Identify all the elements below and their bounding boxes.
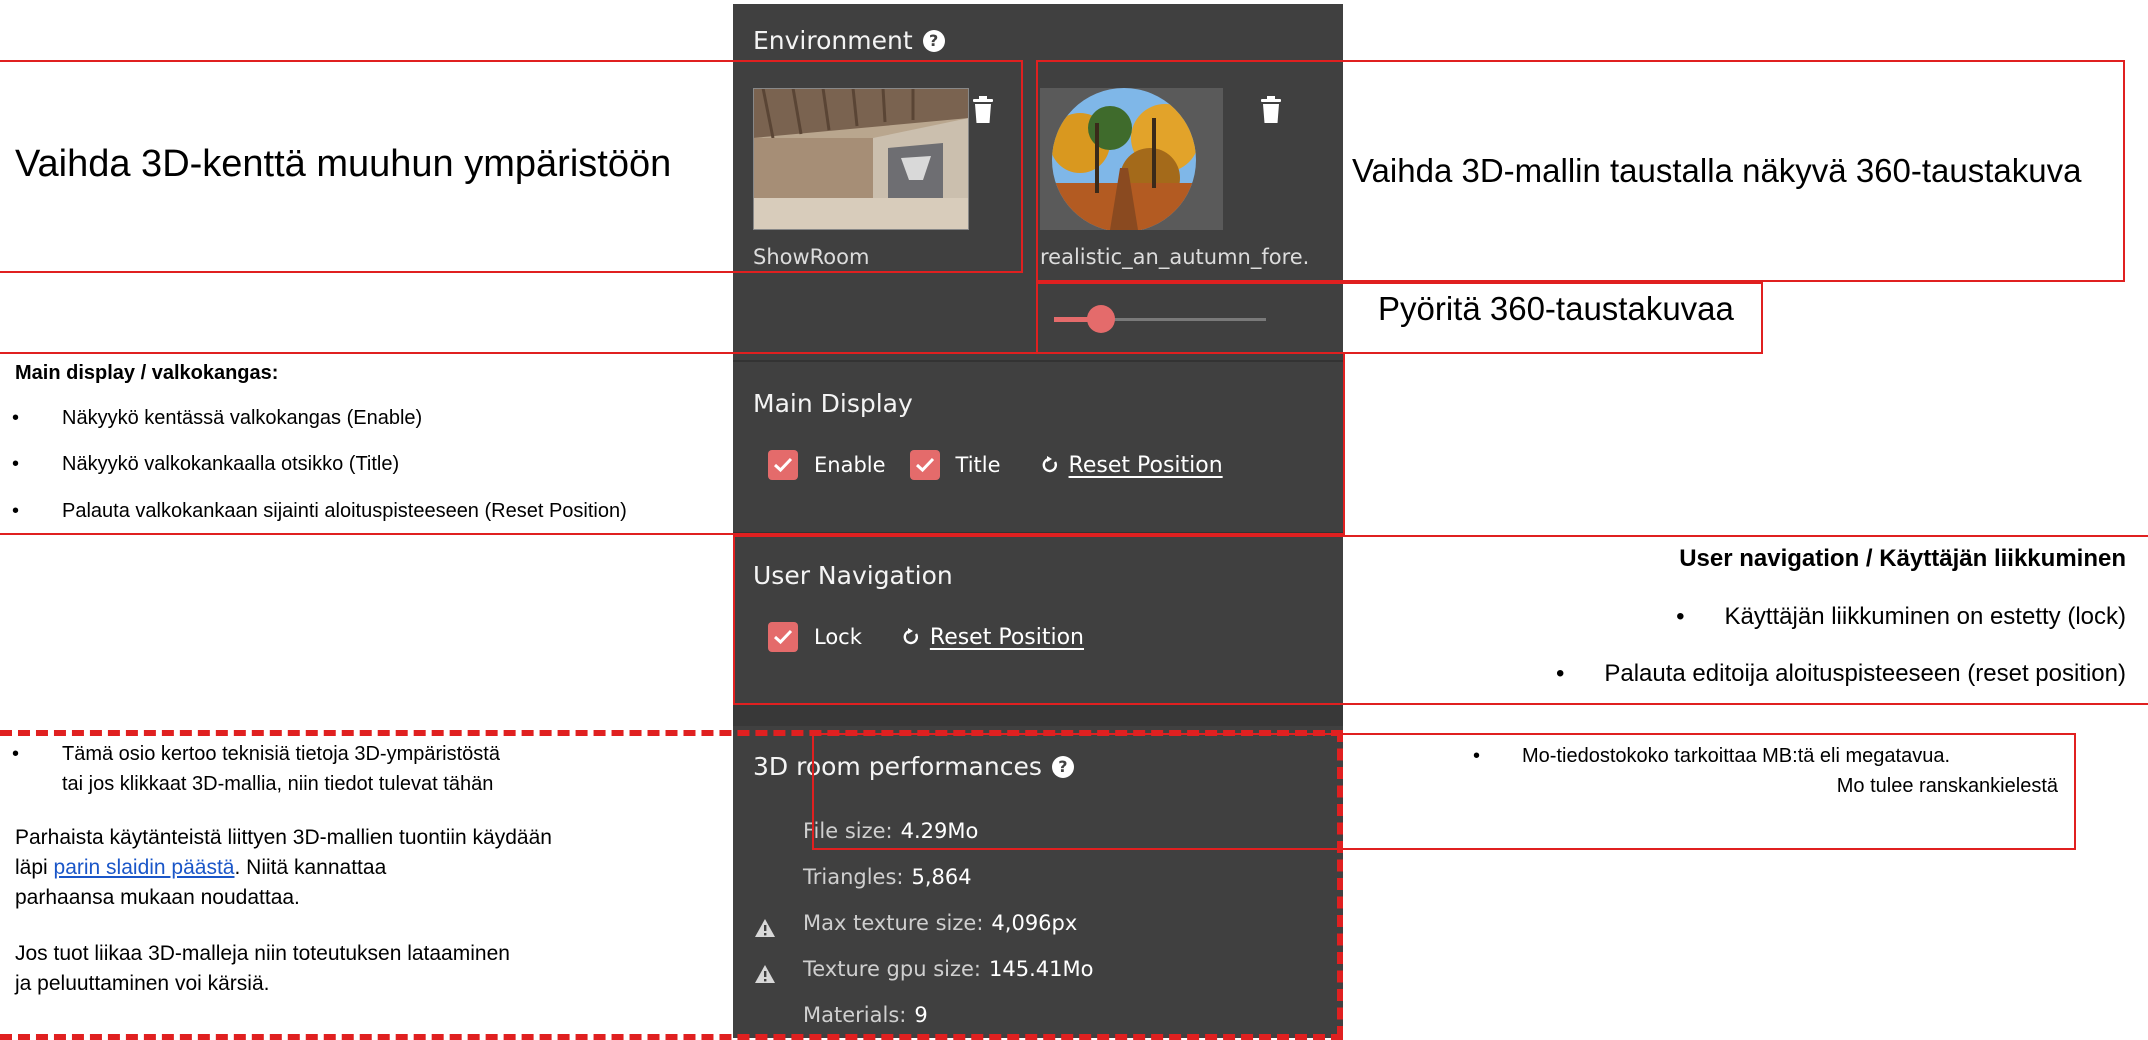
stat-label: Max texture size: <box>803 911 984 935</box>
main-display-note-heading: Main display / valkokangas: <box>15 362 279 384</box>
performance-note-para1-line2: läpi parin slaidin päästä. Niitä kannatt… <box>15 854 386 882</box>
note-text: Tämä osio kertoo teknisiä tietoja 3D-ymp… <box>62 743 500 765</box>
main-display-note-item: • Näkyykö valkokankaalla otsikko (Title) <box>12 453 399 476</box>
note-text: Näkyykö kentässä valkokangas (Enable) <box>62 407 423 429</box>
bullet: • <box>1676 603 1685 630</box>
stat-triangles: Triangles: 5,864 <box>803 865 972 889</box>
note-text: Käyttäjän liikkuminen on estetty (lock) <box>1724 603 2126 630</box>
stat-value: 9 <box>914 1003 928 1027</box>
bullet: • <box>12 743 20 765</box>
file-size-note-line2: Mo tulee ranskankielestä <box>1836 775 2058 797</box>
background-note: Vaihda 3D-mallin taustalla näkyvä 360-ta… <box>1352 152 2082 189</box>
stat-value: 5,864 <box>911 865 972 889</box>
user-navigation-note-item: • Palauta editoija aloituspisteeseen (res… <box>1556 660 2126 688</box>
warning-icon <box>755 919 775 937</box>
environment-title: Environment <box>753 26 913 55</box>
stat-value: 4,096px <box>991 911 1078 935</box>
performance-note-para1-line1: Parhaista käytänteistä liittyen 3D-malli… <box>15 826 552 849</box>
note-text: Mo-tiedostokoko tarkoittaa MB:tä eli meg… <box>1522 745 1951 767</box>
main-display-note-item: • Näkyykö kentässä valkokangas (Enable) <box>12 407 422 430</box>
performance-note-bullet-line2: tai jos klikkaat 3D-mallia, niin tiedot … <box>62 773 494 795</box>
performance-dashed-bottom <box>0 1034 1343 1040</box>
bullet: • <box>12 407 20 429</box>
note-text: Näkyykö valkokankaalla otsikko (Title) <box>62 453 400 475</box>
performance-dashed-top <box>0 730 1343 736</box>
performance-note-para2-line1: Jos tuot liikaa 3D-malleja niin toteutuk… <box>15 942 510 965</box>
stat-label: Triangles: <box>803 865 904 889</box>
file-size-note-line1: • Mo-tiedostokoko tarkoittaa MB:tä eli me… <box>1473 743 1950 770</box>
performance-dashed-right <box>1337 730 1343 1038</box>
performance-note-para2-line2: ja peluuttaminen voi kärsiä. <box>15 972 270 995</box>
performance-note-bullet-line1: • Tämä osio kertoo teknisiä tietoja 3D-ym… <box>12 741 500 768</box>
user-navigation-note-heading: User navigation / Käyttäjän liikkuminen <box>1679 545 2126 572</box>
stat-label: Texture gpu size: <box>803 957 981 981</box>
stat-materials: Materials: 9 <box>803 1003 928 1027</box>
help-icon[interactable]: ? <box>922 29 945 52</box>
warning-icon <box>755 965 775 983</box>
user-navigation-note-item: • Käyttäjän liikkuminen on estetty (lock) <box>1676 603 2126 631</box>
bullet: • <box>12 500 20 522</box>
stat-texture-gpu-size: Texture gpu size: 145.41Mo <box>803 957 1093 981</box>
best-practices-link[interactable]: parin slaidin päästä <box>54 856 235 879</box>
bullet: • <box>1473 745 1481 767</box>
note-text: Palauta editoija aloituspisteeseen (rese… <box>1604 660 2126 687</box>
note-text: Palauta valkokankaan sijainti aloituspis… <box>62 500 627 522</box>
environment-header: Environment ? <box>753 26 945 55</box>
note-text: läpi <box>15 856 54 879</box>
bullet: • <box>1555 660 1565 687</box>
note-text: . Niitä kannattaa <box>234 856 387 879</box>
environment-note: Vaihda 3D-kenttä muuhun ympäristöön <box>15 143 672 185</box>
rotate-note: Pyöritä 360-taustakuvaa <box>1378 290 1734 327</box>
bullet: • <box>12 453 20 475</box>
section-gap <box>733 704 1343 726</box>
stat-max-texture-size: Max texture size: 4,096px <box>803 911 1077 935</box>
stat-value: 145.41Mo <box>989 957 1094 981</box>
stat-label: Materials: <box>803 1003 907 1027</box>
main-display-note-item: • Palauta valkokankaan sijainti aloituspi… <box>12 500 627 523</box>
performance-note-para1-line3: parhaansa mukaan noudattaa. <box>15 886 300 909</box>
